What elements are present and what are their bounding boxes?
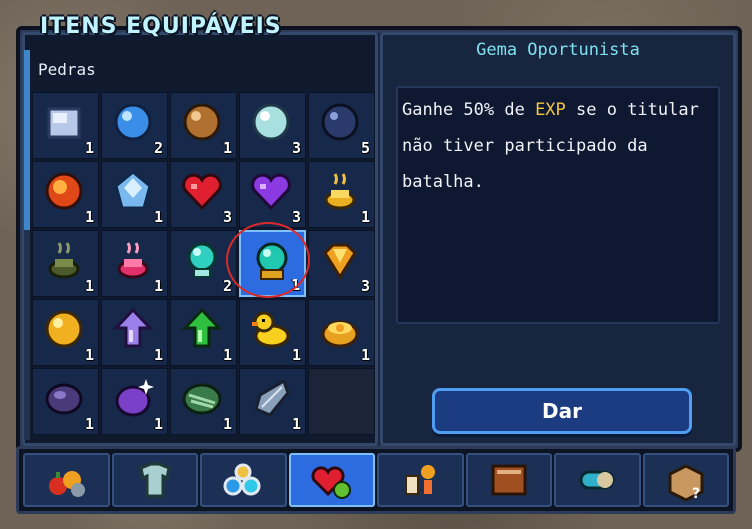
item-slot[interactable]: 3: [170, 161, 237, 228]
tab-armor[interactable]: [111, 453, 198, 507]
item-quantity: 1: [153, 346, 163, 364]
item-grid: 121351133111213111111111: [32, 92, 377, 437]
item-slot[interactable]: 1: [170, 92, 237, 159]
item-slot[interactable]: 3: [308, 230, 375, 297]
empty-item-slot: [308, 368, 375, 435]
red-highlight-circle: [226, 222, 310, 298]
item-quantity: 2: [153, 139, 163, 157]
tab-capsule[interactable]: [554, 453, 641, 507]
item-quantity: 3: [291, 139, 301, 157]
item-slot[interactable]: 1: [32, 161, 99, 228]
give-button[interactable]: Dar: [432, 388, 692, 434]
item-quantity: 1: [222, 139, 232, 157]
item-slot[interactable]: 1: [101, 161, 168, 228]
category-tabs: ?: [16, 446, 736, 514]
item-slot[interactable]: 1: [101, 368, 168, 435]
item-quantity: 1: [360, 346, 370, 364]
tab-mystery-box[interactable]: ?: [642, 453, 729, 507]
item-quantity: 3: [360, 277, 370, 295]
item-slot[interactable]: 3: [239, 161, 306, 228]
item-name: Gema Oportunista: [476, 40, 640, 60]
item-slot[interactable]: 1: [32, 230, 99, 297]
item-quantity: 1: [222, 346, 232, 364]
item-quantity: 1: [84, 277, 94, 295]
tab-orbs[interactable]: [200, 453, 287, 507]
item-slot[interactable]: 1: [32, 368, 99, 435]
category-label: Pedras: [38, 60, 96, 79]
item-quantity: 3: [291, 208, 301, 226]
item-slot[interactable]: 1: [101, 299, 168, 366]
item-slot[interactable]: 5: [308, 92, 375, 159]
item-slot[interactable]: 1: [32, 299, 99, 366]
item-slot[interactable]: 3: [239, 92, 306, 159]
item-quantity: 1: [153, 277, 163, 295]
item-quantity: 1: [84, 415, 94, 433]
tab-hearts[interactable]: [288, 453, 375, 507]
item-slot[interactable]: 1: [308, 161, 375, 228]
item-slot[interactable]: 1: [239, 299, 306, 366]
item-slot[interactable]: 1: [239, 368, 306, 435]
item-quantity: 1: [84, 346, 94, 364]
item-slot[interactable]: 1: [308, 299, 375, 366]
item-quantity: 1: [153, 208, 163, 226]
item-quantity: 1: [84, 208, 94, 226]
item-quantity: 1: [222, 415, 232, 433]
item-quantity: 3: [222, 208, 232, 226]
item-quantity: 1: [84, 139, 94, 157]
item-slot[interactable]: 1: [170, 299, 237, 366]
item-quantity: 1: [291, 346, 301, 364]
item-quantity: 1: [360, 208, 370, 226]
svg-text:?: ?: [692, 486, 700, 502]
item-description: Ganhe 50% de EXP se o titular não tiver …: [402, 100, 699, 192]
tab-fruit[interactable]: [23, 453, 110, 507]
scrollbar-thumb[interactable]: [24, 50, 30, 230]
item-quantity: 1: [291, 415, 301, 433]
page-title: ITENS EQUIPÁVEIS: [40, 14, 282, 39]
item-quantity: 1: [153, 415, 163, 433]
item-slot[interactable]: 2: [101, 92, 168, 159]
tab-potions[interactable]: [377, 453, 464, 507]
item-quantity: 2: [222, 277, 232, 295]
item-quantity: 5: [360, 139, 370, 157]
item-slot[interactable]: 1: [32, 92, 99, 159]
tab-book[interactable]: [465, 453, 552, 507]
item-slot[interactable]: 1: [170, 368, 237, 435]
item-slot[interactable]: 1: [101, 230, 168, 297]
